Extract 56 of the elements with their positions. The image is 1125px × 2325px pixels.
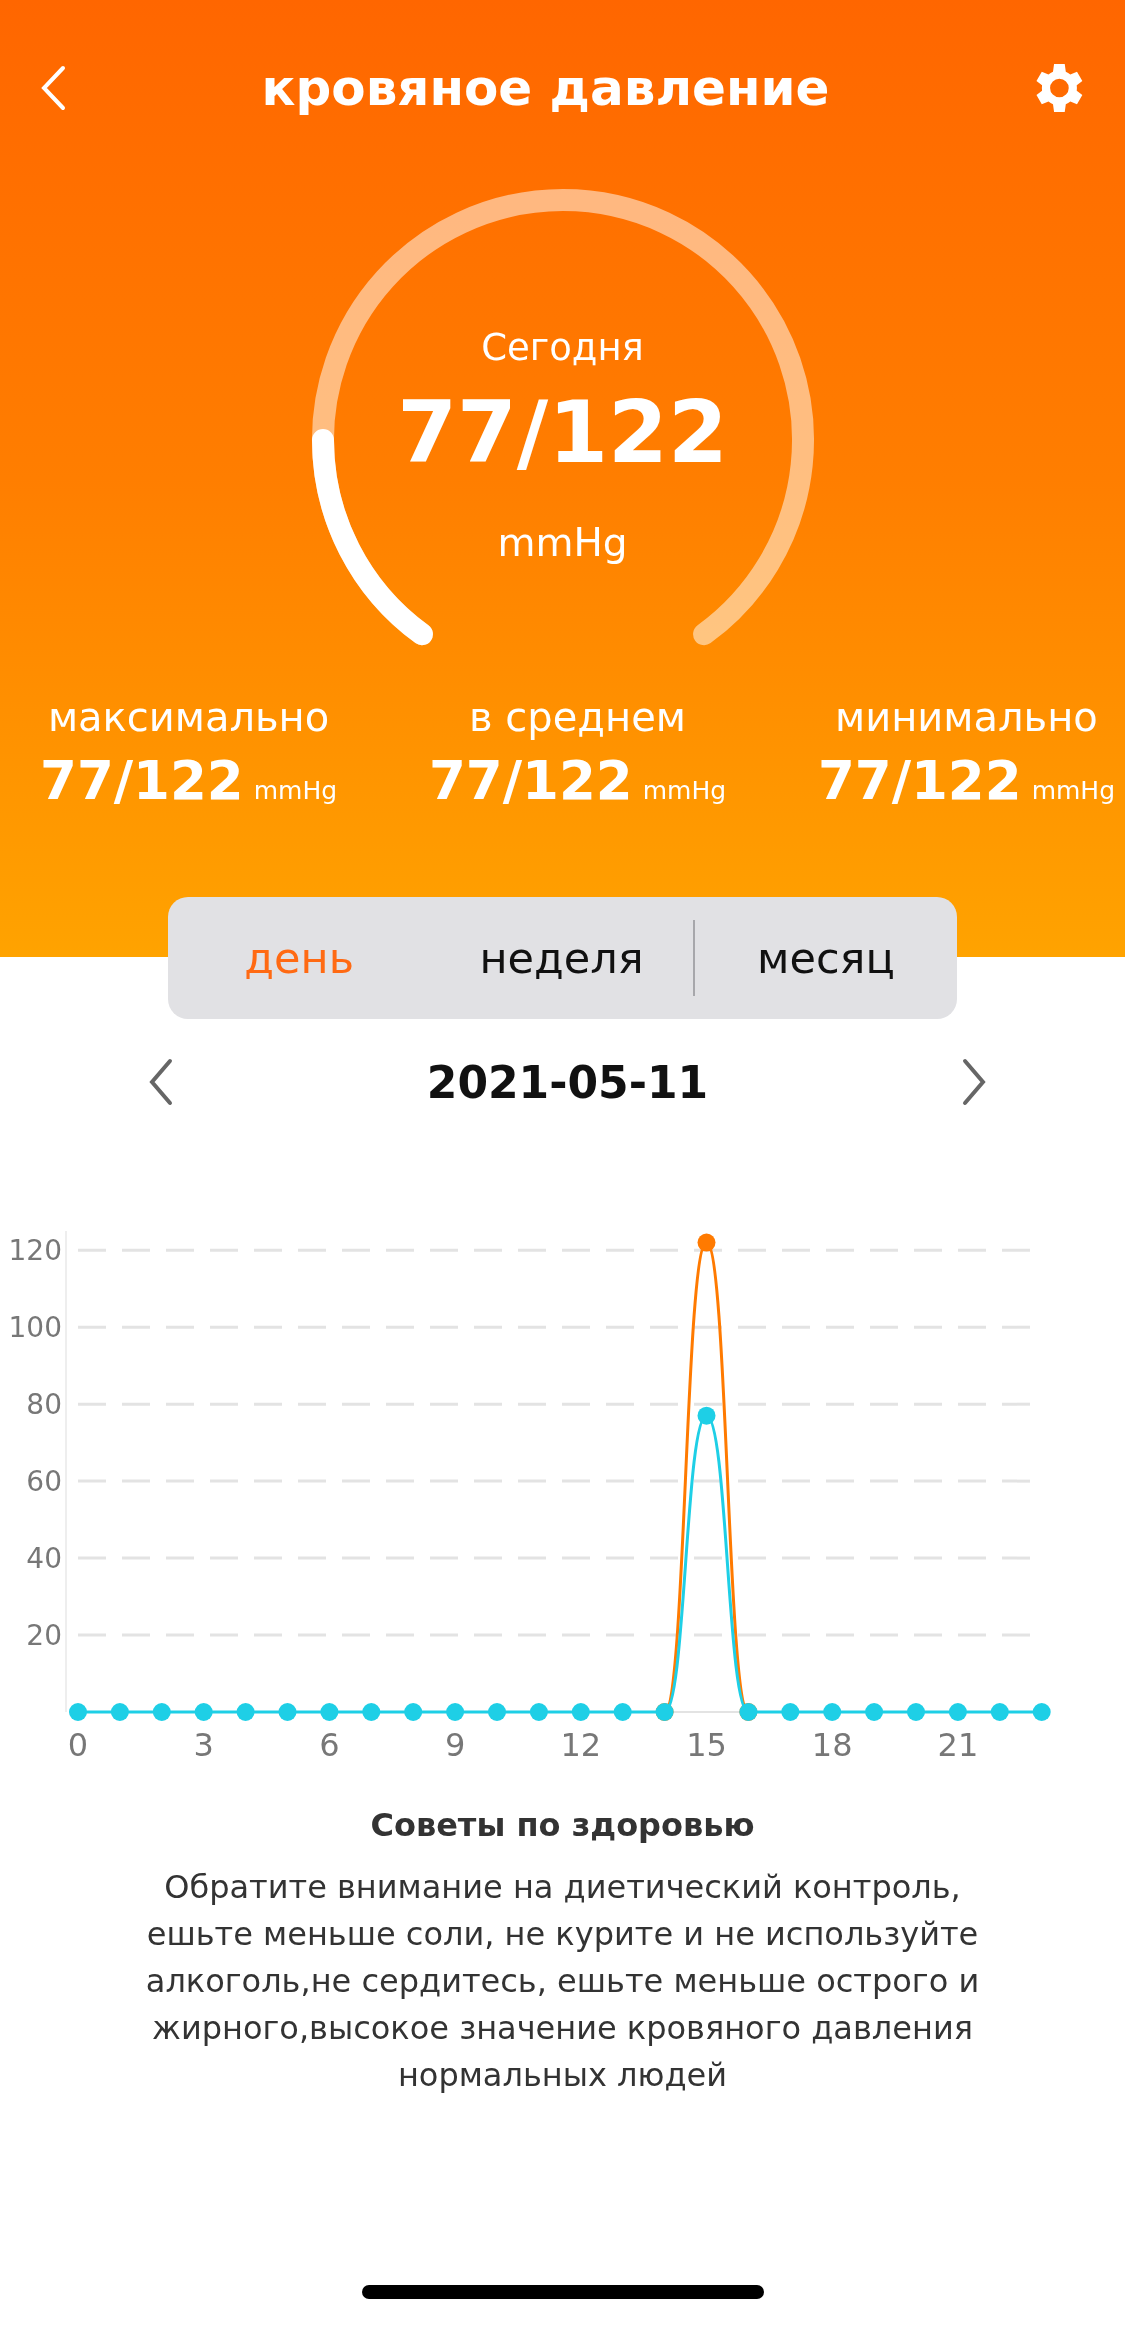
data-point — [907, 1703, 925, 1721]
data-point — [948, 1703, 967, 1721]
gauge-unit: mmHg — [496, 520, 629, 565]
page-title: кровяное давление — [261, 59, 830, 117]
x-axis-label: 15 — [686, 1726, 727, 1764]
data-point — [278, 1703, 297, 1721]
y-axis-label: 80 — [26, 1388, 62, 1422]
x-axis-label: 6 — [319, 1726, 340, 1764]
data-point — [69, 1703, 87, 1721]
data-point — [110, 1703, 129, 1721]
stat-label: в среднем — [469, 694, 686, 740]
tips-text: Обратите внимание на диетический контроль, ешьте меньше соли, не курите и не используйте алкоголь,не сердитесь, ешьте меньше острого и жирного,высокое значение кровяного давления нормальных людей — [144, 1867, 981, 2096]
x-axis-label: 18 — [811, 1726, 853, 1764]
data-point — [529, 1703, 548, 1721]
period-tab[interactable]: месяц — [694, 897, 957, 1019]
data-point — [697, 1406, 716, 1425]
data-point — [362, 1703, 381, 1721]
data-point — [236, 1703, 255, 1721]
data-point — [823, 1703, 842, 1721]
y-axis-label: 120 — [8, 1234, 62, 1268]
stat-unit: mmHg — [642, 776, 727, 805]
x-axis-label: 3 — [193, 1726, 214, 1764]
data-point — [194, 1703, 213, 1721]
gauge-label: Сегодня — [480, 326, 645, 369]
y-axis-label: 20 — [26, 1619, 62, 1653]
stat-unit: mmHg — [253, 776, 338, 805]
data-point — [613, 1703, 632, 1721]
data-point — [446, 1703, 465, 1721]
x-axis-label: 21 — [937, 1726, 979, 1764]
stat-value: 77/122 — [817, 750, 1022, 811]
stat-value: 77/122 — [428, 750, 633, 811]
x-axis-label: 9 — [444, 1726, 466, 1764]
x-axis-label: 12 — [560, 1726, 602, 1764]
data-point — [152, 1703, 171, 1721]
stat-value: 77/122 — [40, 750, 244, 811]
data-point — [781, 1703, 800, 1721]
date-label: 2021-05-11 — [426, 1056, 709, 1108]
back-icon[interactable] — [40, 65, 66, 111]
x-axis-label: 0 — [67, 1726, 89, 1764]
y-axis-label: 40 — [26, 1542, 62, 1576]
stat-label: минимально — [835, 694, 1098, 740]
y-axis-label: 100 — [8, 1311, 62, 1345]
stat-label: максимально — [47, 694, 330, 740]
y-axis-label: 60 — [26, 1465, 62, 1499]
data-point — [571, 1703, 590, 1721]
gauge-value: 77/122 — [396, 382, 729, 482]
data-point — [990, 1703, 1009, 1721]
data-point — [697, 1233, 716, 1252]
period-tab[interactable]: неделя — [430, 897, 693, 1019]
data-point — [488, 1703, 506, 1721]
data-point — [404, 1703, 423, 1721]
stat-unit: mmHg — [1031, 776, 1115, 805]
data-point — [865, 1703, 884, 1721]
tips-title: Советы по здоровью — [370, 1806, 755, 1844]
data-point — [320, 1703, 339, 1721]
data-point — [1032, 1703, 1051, 1721]
